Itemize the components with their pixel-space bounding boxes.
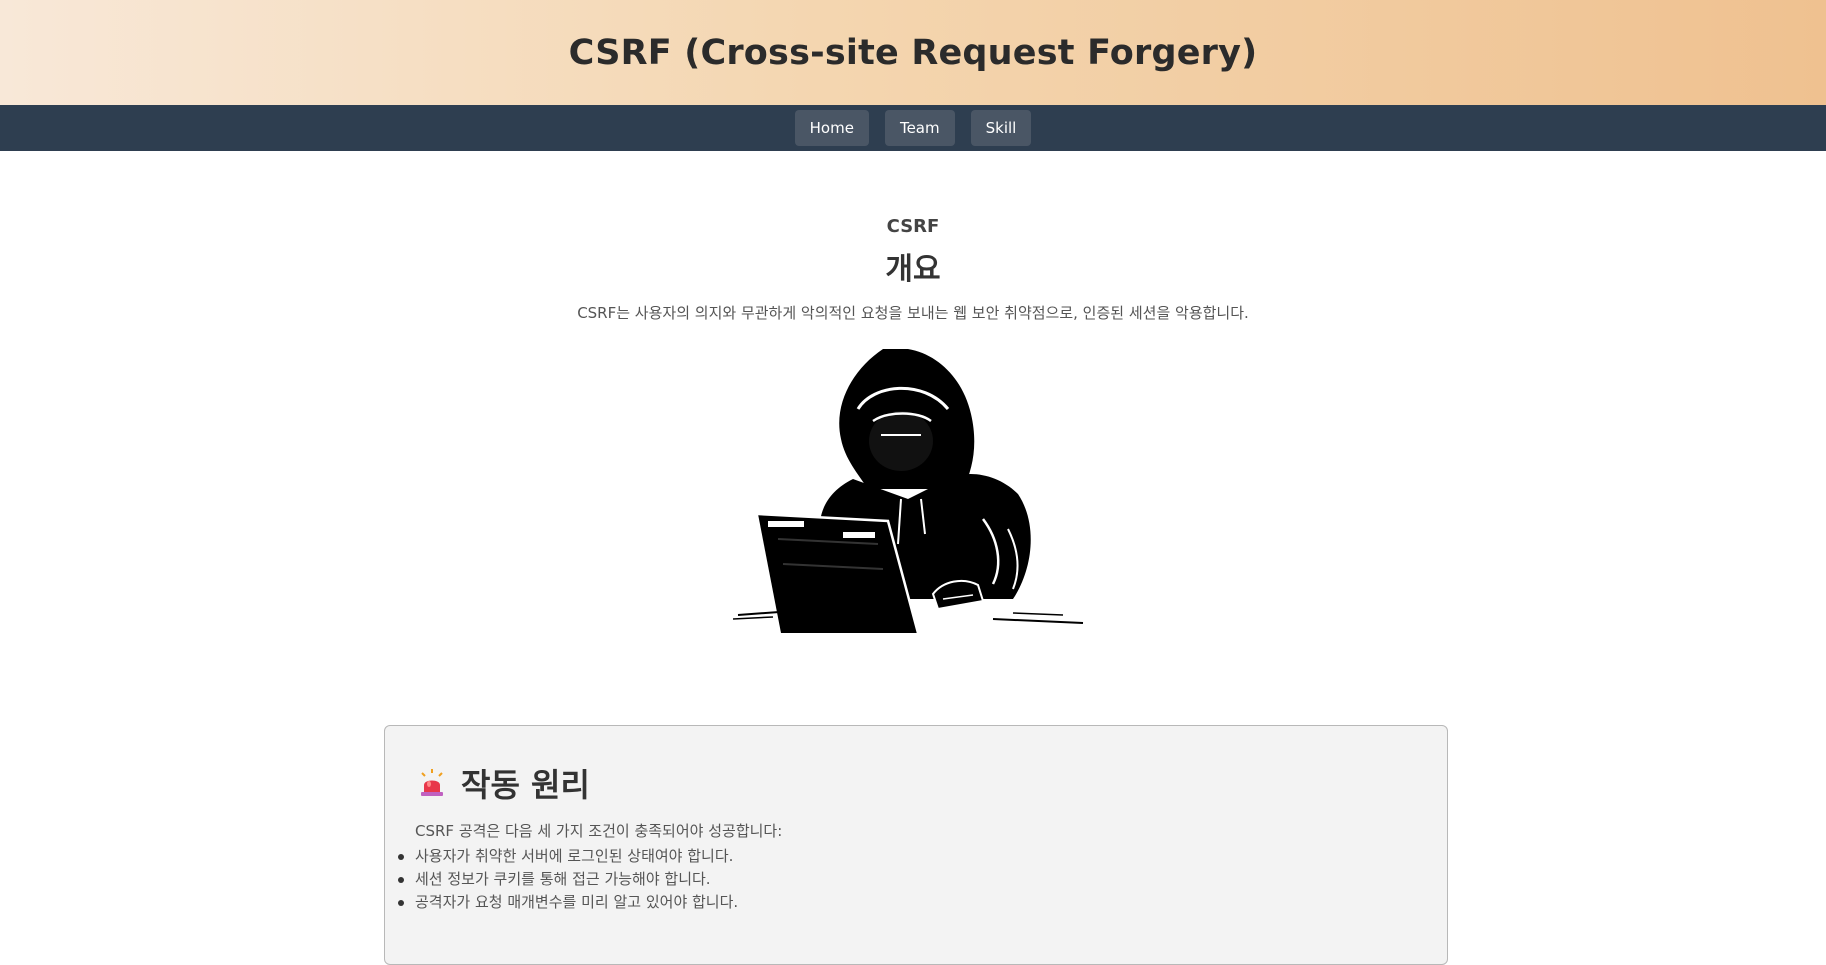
section-eyebrow: CSRF [886,216,940,237]
section-description: CSRF는 사용자의 의지와 무관하게 악의적인 요청을 보내는 웹 보안 취약… [577,304,1249,322]
main-nav: Home Team Skill [0,105,1826,151]
card-intro-text: CSRF 공격은 다음 세 가지 조건이 충족되어야 성공합니다: [415,822,783,840]
hacker-illustration [733,349,1084,633]
siren-icon [421,769,443,796]
intro-section: CSRF 개요 CSRF는 사용자의 의지와 무관하게 악의적인 요청을 보내는… [0,151,1826,633]
page-title: CSRF (Cross-site Request Forgery) [568,32,1258,73]
nav-team-button[interactable]: Team [884,110,955,146]
card-title-row: 작동 원리 [417,760,1417,806]
card-title: 작동 원리 [461,766,590,804]
section-headline: 개요 [885,252,941,287]
list-item: 세션 정보가 쿠키를 통해 접근 가능해야 합니다. [398,868,1417,891]
how-it-works-card: 작동 원리 CSRF 공격은 다음 세 가지 조건이 충족되어야 성공합니다: … [384,725,1448,965]
list-item: 사용자가 취약한 서버에 로그인된 상태여야 합니다. [398,845,1417,868]
list-item: 공격자가 요청 매개변수를 미리 알고 있어야 합니다. [398,891,1417,914]
conditions-list: 사용자가 취약한 서버에 로그인된 상태여야 합니다. 세션 정보가 쿠키를 통… [398,845,1417,914]
site-header: CSRF (Cross-site Request Forgery) [0,0,1826,105]
nav-skill-button[interactable]: Skill [970,110,1032,146]
nav-home-button[interactable]: Home [794,110,869,146]
